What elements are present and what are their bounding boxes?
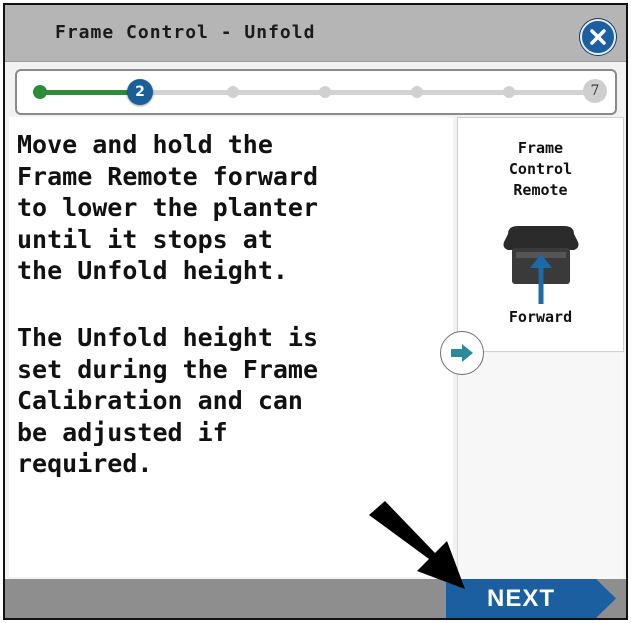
right-arrow-icon (451, 344, 473, 362)
step-progress: 2 7 (15, 69, 617, 115)
forward-label: Forward (508, 308, 573, 326)
side-panel-lower (457, 353, 623, 579)
step-dot-first (33, 85, 47, 99)
step-dot (319, 86, 331, 98)
callout-arrow-icon (369, 501, 465, 589)
step-dot (227, 86, 239, 98)
current-step-indicator: 2 (127, 79, 153, 105)
expand-panel-button[interactable] (440, 331, 484, 375)
next-button[interactable]: NEXT (446, 579, 618, 618)
step-dot (503, 86, 515, 98)
frame-remote-panel: Frame Control Remote Forward (457, 117, 624, 352)
close-x-icon (590, 29, 606, 45)
frame-remote-icon (503, 226, 579, 304)
progress-fill (37, 90, 133, 95)
step-dot (411, 86, 423, 98)
page-title: Frame Control - Unfold (55, 22, 316, 43)
total-steps-indicator: 7 (583, 79, 607, 103)
side-panel-title: Frame Control Remote (508, 139, 573, 199)
instruction-text-2: The Unfold height is set during the Fram… (17, 323, 319, 478)
wizard-window: Frame Control - Unfold 2 7 Move and hold… (3, 3, 628, 620)
close-button[interactable] (580, 19, 616, 55)
instruction-text-1: Move and hold the Frame Remote forward t… (17, 130, 319, 285)
title-bar: Frame Control - Unfold (5, 5, 626, 62)
